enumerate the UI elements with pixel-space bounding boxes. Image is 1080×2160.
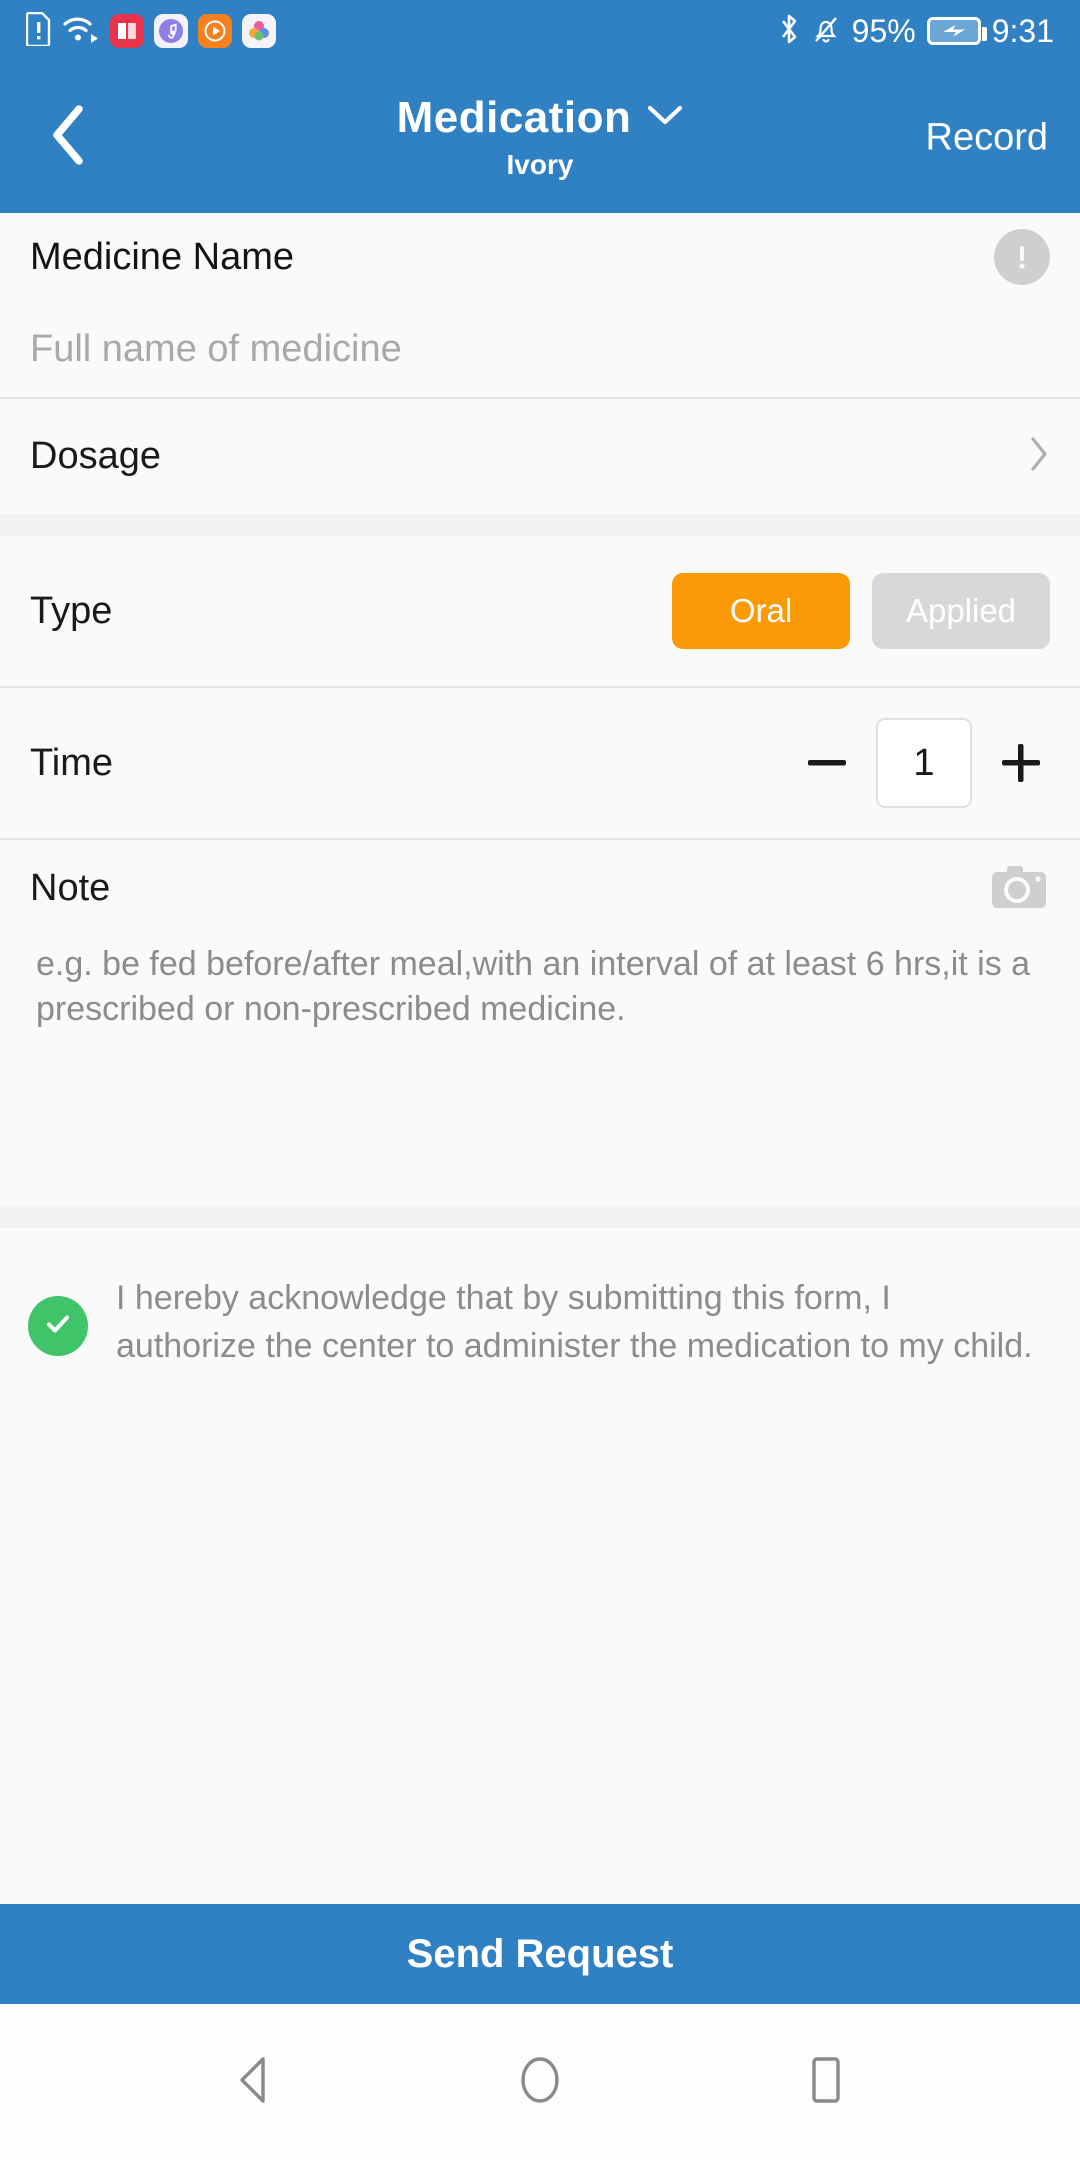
nav-back-button[interactable] [209,2037,299,2127]
type-option-applied[interactable]: Applied [872,573,1050,649]
status-bar-right-icons: 95% 9:31 [778,12,1054,51]
sim-alert-icon [25,11,52,51]
status-bar: 95% 9:31 [0,0,1080,62]
status-bar-left-icons [25,11,276,51]
triangle-back-icon [231,2054,277,2111]
title-row[interactable]: Medication [397,93,684,143]
time-decrement-button[interactable] [798,734,856,792]
type-segmented-control: Oral Applied [672,573,1050,649]
note-input-wrap[interactable]: e.g. be fed before/after meal,with an in… [0,936,1080,1206]
book-app-icon [110,14,144,48]
form-content: Medicine Name Dosage Type Oral Applied [0,213,1080,1371]
video-app-icon [198,14,232,48]
medicine-name-input[interactable] [30,327,1050,371]
bluetooth-icon [778,12,800,51]
clock-label: 9:31 [991,12,1054,49]
page-title: Medication [396,92,632,142]
medicine-name-input-wrap[interactable] [0,301,1080,397]
note-header: Note [0,840,1080,936]
phone-screen: 95% 9:31 Medication Ivory Record Medicin… [0,0,1080,2160]
section-gap [0,1206,1080,1228]
wifi-icon [62,13,100,50]
check-icon [41,1307,75,1346]
info-exclamation-icon[interactable] [994,229,1050,285]
chevron-left-icon [47,103,91,172]
note-placeholder: e.g. be fed before/after meal,with an in… [36,945,1031,1028]
bell-muted-icon [811,13,841,50]
record-button[interactable]: Record [926,116,1049,159]
dosage-label: Dosage [30,435,161,477]
camera-icon[interactable] [988,860,1050,916]
note-section: Note e.g. be fed before/after meal,with … [0,840,1080,1206]
app-bar-title-block[interactable]: Medication Ivory [397,93,684,181]
photos-app-icon [242,14,276,48]
note-label: Note [30,866,111,909]
nav-recents-button[interactable] [781,2037,871,2127]
consent-row: I hereby acknowledge that by submitting … [0,1228,1080,1371]
send-request-button[interactable]: Send Request [0,1904,1080,2004]
square-recents-icon [804,2054,848,2111]
app-bar: Medication Ivory Record [0,62,1080,213]
type-label: Type [30,589,113,632]
type-option-oral[interactable]: Oral [672,573,850,649]
time-row: Time 1 [0,688,1080,838]
time-stepper: 1 [798,718,1050,808]
back-button[interactable] [34,103,104,173]
time-increment-button[interactable] [992,734,1050,792]
medicine-name-header: Medicine Name [0,213,1080,301]
chevron-right-icon [1028,434,1050,479]
android-nav-bar [0,2004,1080,2160]
type-row: Type Oral Applied [0,536,1080,686]
battery-percent-label: 95% [851,12,916,49]
music-app-icon [154,14,188,48]
consent-checkbox[interactable] [28,1296,88,1356]
battery-charging-icon [926,17,987,45]
circle-home-icon [516,2054,564,2111]
nav-home-button[interactable] [495,2037,585,2127]
chevron-down-icon[interactable] [647,104,683,131]
page-subtitle: Ivory [506,148,574,180]
medicine-name-section: Medicine Name [0,213,1080,397]
consent-text: I hereby acknowledge that by submitting … [116,1279,1033,1366]
time-label: Time [30,741,114,784]
medicine-name-label: Medicine Name [30,235,294,278]
section-gap [0,514,1080,536]
dosage-row[interactable]: Dosage [0,399,1080,514]
time-value[interactable]: 1 [876,718,972,808]
